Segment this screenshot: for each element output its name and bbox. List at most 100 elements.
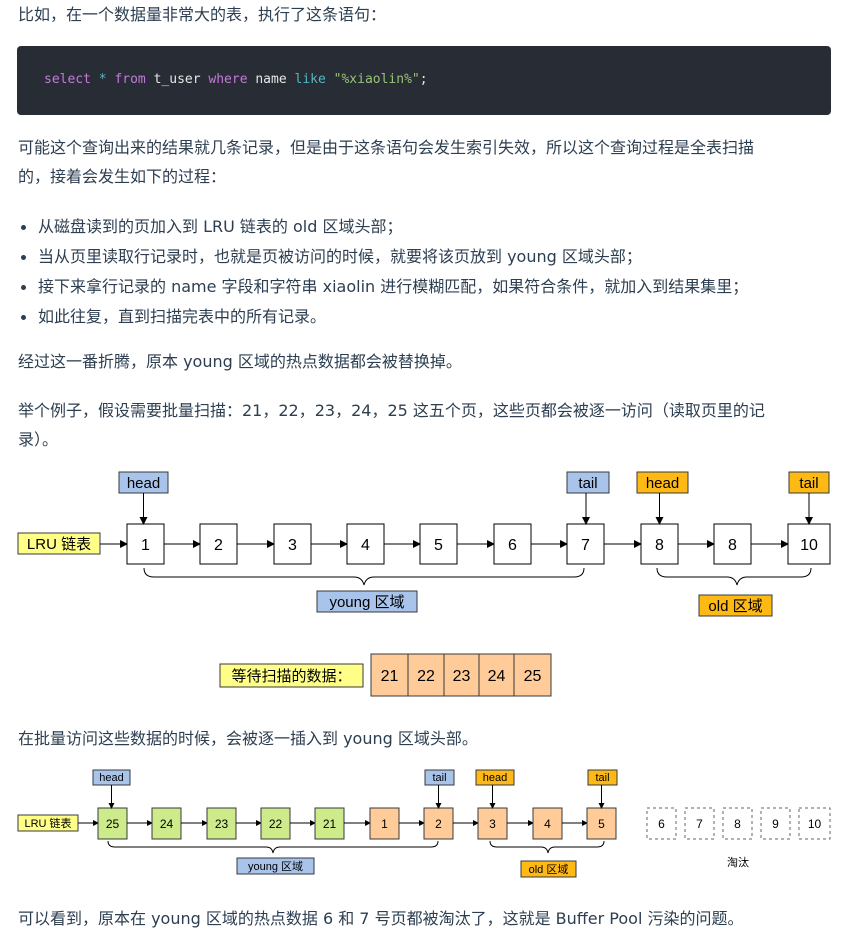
old-brace-small (489, 840, 605, 854)
young-head-pointer: head (118, 471, 169, 525)
lru-node: 10 (787, 523, 831, 565)
evicted-page: 9 (760, 807, 791, 840)
svg-text:1: 1 (381, 817, 388, 831)
old-brace (656, 567, 812, 586)
paragraph-2: 经过这一番折腾，原本 young 区域的热点数据都会被替换掉。 (18, 352, 462, 371)
lru-diagram-before: LRU 链表 1 2 3 4 5 6 7 8 8 10 head tail he… (17, 471, 831, 697)
code-table-name: t_user (153, 72, 201, 87)
paragraph-1: 可能这个查询出来的结果就几条记录，但是由于这条语句会发生索引失效，所以这个查询过… (18, 138, 755, 157)
code-keyword: from (114, 72, 146, 87)
svg-text:23: 23 (453, 668, 471, 685)
old-node: 4 (532, 807, 563, 840)
svg-text:24: 24 (488, 668, 506, 685)
svg-text:head: head (483, 772, 507, 784)
svg-text:young 区域: young 区域 (248, 860, 303, 873)
svg-text:old 区域: old 区域 (529, 863, 569, 876)
lru-node: 6 (493, 523, 532, 565)
svg-text:21: 21 (381, 668, 399, 685)
svg-text:2: 2 (214, 537, 223, 554)
young-area-label-small: young 区域 (236, 857, 315, 875)
lru-node: 2 (199, 523, 238, 565)
old-head-pointer-small: head (475, 769, 515, 809)
lru-node: 5 (419, 523, 458, 565)
svg-text:7: 7 (581, 537, 590, 554)
lru-label: LRU 链表 (27, 536, 91, 553)
svg-text:8: 8 (734, 817, 741, 831)
young-node: 23 (206, 807, 237, 840)
young-node: 1 (369, 807, 400, 840)
old-tail-pointer-small: tail (587, 769, 618, 809)
code-operator: * (98, 72, 107, 87)
young-tail-pointer-small: tail (424, 769, 455, 809)
lru-node: 8 (713, 523, 752, 565)
young-node: 21 (314, 807, 345, 840)
svg-text:10: 10 (800, 537, 818, 554)
svg-text:5: 5 (598, 817, 605, 831)
lru-node: 7 (566, 523, 605, 565)
svg-text:6: 6 (508, 537, 517, 554)
svg-text:3: 3 (489, 817, 496, 831)
young-brace (143, 567, 585, 586)
evicted-page: 8 (722, 807, 753, 840)
code-keyword: select (44, 72, 91, 87)
pending-scan-label: 等待扫描的数据： (219, 663, 364, 688)
svg-text:24: 24 (160, 817, 174, 831)
svg-text:8: 8 (655, 537, 664, 554)
svg-text:10: 10 (808, 817, 822, 831)
svg-text:等待扫描的数据：: 等待扫描的数据： (231, 667, 351, 685)
list-item: 如此往复，直到扫描完表中的所有记录。 (18, 302, 748, 332)
evicted-page: 7 (684, 807, 715, 840)
svg-text:1: 1 (141, 537, 150, 554)
pending-page: 23 (443, 653, 480, 697)
pending-page: 25 (513, 653, 552, 697)
young-area-label: young 区域 (316, 590, 418, 613)
list-item: 接下来拿行记录的 name 字段和字符串 xiaolin 进行模糊匹配，如果符合… (18, 272, 748, 302)
svg-text:25: 25 (106, 817, 120, 831)
young-head-pointer-small: head (92, 769, 131, 809)
paragraph-4: 在批量访问这些数据的时候，会被逐一插入到 young 区域头部。 (18, 729, 478, 748)
pending-page: 22 (407, 653, 445, 697)
svg-text:23: 23 (215, 817, 229, 831)
svg-text:tail: tail (595, 772, 609, 784)
old-node: 5 (586, 807, 617, 840)
sql-code-block: select * from t_user where name like "%x… (17, 46, 831, 115)
svg-text:head: head (646, 475, 679, 492)
old-head-pointer: head (636, 471, 689, 525)
svg-text:tail: tail (432, 772, 446, 784)
evicted-label: 淘汰 (727, 855, 749, 869)
svg-text:25: 25 (524, 668, 542, 685)
old-node: 3 (477, 807, 508, 840)
svg-text:4: 4 (544, 817, 551, 831)
svg-text:tail: tail (578, 475, 597, 492)
pending-page: 21 (370, 653, 409, 697)
lru-node: 8 (640, 523, 679, 565)
paragraph-3: 举个例子，假设需要批量扫描：21，22，23，24，25 这五个页，这些页都会被… (18, 401, 765, 420)
old-tail-pointer: tail (788, 471, 830, 525)
lru-node: 1 (126, 523, 165, 565)
code-string: "%xiaolin%" (333, 72, 420, 87)
young-tail-pointer: tail (566, 471, 610, 525)
svg-text:young 区域: young 区域 (329, 594, 404, 611)
lru-label-small: LRU 链表 (17, 814, 79, 832)
svg-text:6: 6 (658, 817, 665, 831)
process-list: 从磁盘读到的页加入到 LRU 链表的 old 区域头部； 当从页里读取行记录时，… (18, 212, 748, 332)
code-column-name: name (255, 72, 287, 87)
young-node: 25 (97, 807, 128, 840)
svg-text:22: 22 (269, 817, 283, 831)
paragraph-5: 可以看到，原本在 young 区域的热点数据 6 和 7 号页都被淘汰了，这就是… (18, 909, 744, 928)
svg-text:2: 2 (435, 817, 442, 831)
code-keyword: where (208, 72, 248, 87)
svg-text:22: 22 (417, 668, 435, 685)
old-area-label: old 区域 (698, 594, 773, 617)
old-area-label-small: old 区域 (520, 860, 577, 878)
list-item: 从磁盘读到的页加入到 LRU 链表的 old 区域头部； (18, 212, 748, 242)
evicted-page: 10 (798, 807, 831, 840)
svg-text:8: 8 (728, 537, 737, 554)
evicted-page: 6 (646, 807, 677, 840)
svg-text:LRU 链表: LRU 链表 (24, 816, 71, 830)
code-semicolon: ; (419, 72, 428, 87)
young-node: 2 (423, 807, 454, 840)
sql-code-line: select * from t_user where name like "%x… (44, 72, 428, 87)
svg-text:5: 5 (434, 537, 443, 554)
young-node: 24 (151, 807, 182, 840)
